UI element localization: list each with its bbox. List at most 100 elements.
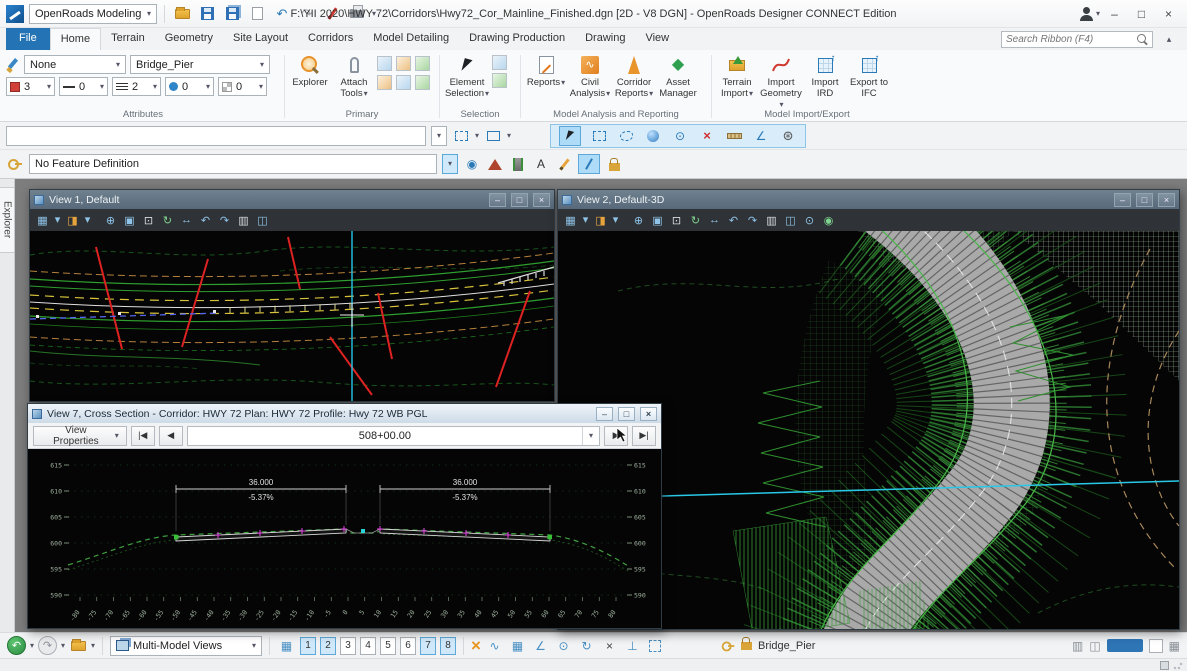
user-caret-icon[interactable]: ▾ (1096, 10, 1100, 18)
view-toggle-4[interactable]: 4 (360, 637, 376, 655)
markup-button[interactable] (322, 4, 342, 24)
feature-definition-dropdown-button[interactable]: ▾ (442, 154, 458, 174)
window-restore-button[interactable]: □ (1129, 4, 1154, 24)
properties-icon[interactable] (377, 56, 392, 71)
zoom-in-icon[interactable]: ⊕ (631, 212, 646, 228)
corridor-feature-icon[interactable] (509, 155, 527, 173)
undo-button[interactable]: ↶ (272, 4, 292, 24)
rotate-view-icon[interactable]: ↻ (160, 212, 175, 228)
user-account-icon[interactable] (1078, 6, 1094, 22)
fence-mode-icon[interactable] (484, 127, 502, 145)
corridor-reports-button[interactable]: Corridor Reports▾ (613, 52, 655, 100)
snap-mode-icon[interactable] (646, 636, 665, 655)
tab-corridors[interactable]: Corridors (298, 28, 363, 50)
view1-minimize-button[interactable]: – (489, 193, 506, 207)
element-selection-button[interactable]: Element Selection▾ (444, 52, 490, 100)
create-3d-toggle-button[interactable] (578, 154, 600, 174)
ribbon-search-input[interactable] (1006, 34, 1133, 45)
save-settings-button[interactable] (222, 4, 242, 24)
view2-minimize-button[interactable]: – (1114, 193, 1131, 207)
view-next-icon[interactable]: ↷ (217, 212, 232, 228)
accudraw-icon[interactable]: ∿ (485, 636, 504, 655)
select-lasso-icon[interactable] (617, 127, 635, 145)
feature-definition-combo[interactable]: No Feature Definition (29, 154, 437, 174)
window-close-button[interactable]: × (1156, 4, 1181, 24)
status-indicator-box[interactable] (1160, 661, 1169, 670)
view7-window[interactable]: View 7, Cross Section - Corridor: HWY 72… (27, 403, 662, 629)
select-rectangle-icon[interactable] (590, 127, 608, 145)
view-toggle-1[interactable]: 1 (300, 637, 316, 655)
tab-home[interactable]: Home (50, 28, 101, 50)
raster-manager-icon[interactable] (396, 75, 411, 90)
select-circle-icon[interactable]: ⊙ (671, 127, 689, 145)
display-style-icon[interactable]: ◨ (65, 212, 80, 228)
tentative-snap-icon[interactable]: ⊙ (554, 636, 573, 655)
zoom-window-icon[interactable]: ▣ (122, 212, 137, 228)
references-icon[interactable] (377, 75, 392, 90)
tab-drawing[interactable]: Drawing (575, 28, 635, 50)
qat-more-caret-icon[interactable]: ▾ (372, 10, 376, 18)
view-next-icon[interactable]: ↷ (745, 212, 760, 228)
view-toggle-7[interactable]: 7 (420, 637, 436, 655)
clear-fence-icon[interactable]: × (471, 637, 481, 654)
select-sphere-icon[interactable] (644, 127, 662, 145)
station-dropdown-button[interactable]: ▾ (582, 427, 599, 445)
view-toggle-6[interactable]: 6 (400, 637, 416, 655)
caret-down-icon[interactable]: ▾ (54, 212, 61, 228)
clear-selection-icon[interactable]: × (698, 127, 716, 145)
view1-titlebar[interactable]: View 1, Default – □ × (30, 190, 554, 209)
view-layout-icon[interactable]: ▦ (277, 636, 296, 655)
measure-angle-icon[interactable]: ∠ (752, 127, 770, 145)
auxiliary-coordinates-icon[interactable] (415, 75, 430, 90)
view-attributes-icon[interactable]: ▦ (35, 212, 50, 228)
view2-close-button[interactable]: × (1158, 193, 1175, 207)
terrain-import-button[interactable]: Terrain Import▾ (716, 52, 758, 100)
reports-button[interactable]: Reports▾ (525, 52, 567, 89)
element-selection-active-button[interactable] (559, 126, 581, 146)
view2-restore-button[interactable]: □ (1136, 193, 1153, 207)
open-views-folder-icon[interactable] (69, 637, 87, 655)
clip-volume-icon[interactable]: ◫ (783, 212, 798, 228)
element-class-combo[interactable]: 0 ▾ (165, 77, 214, 96)
open-file-button[interactable] (172, 4, 192, 24)
view-properties-button[interactable]: View Properties ▾ (33, 426, 127, 446)
compress-button[interactable] (247, 4, 267, 24)
view7-restore-button[interactable]: □ (618, 407, 635, 421)
view1-close-button[interactable]: × (533, 193, 550, 207)
explorer-panel-tab[interactable]: Explorer (0, 187, 15, 253)
window-minimize-button[interactable]: – (1102, 4, 1127, 24)
fit-view-icon[interactable]: ⊡ (669, 212, 684, 228)
perspective-icon[interactable]: ◉ (821, 212, 836, 228)
view7-close-button[interactable]: × (640, 407, 657, 421)
view1-window[interactable]: View 1, Default – □ × ▦▾ ◨▾ ⊕ ▣ ⊡ ↻ ↔ ↶ … (29, 189, 555, 402)
snap-angle-icon[interactable]: ∠ (531, 636, 550, 655)
match-feature-icon[interactable]: ◉ (463, 155, 481, 173)
back-button[interactable]: ↶ (7, 636, 26, 655)
caret-down-icon[interactable]: ▾ (582, 212, 589, 228)
first-station-button[interactable]: |◀ (131, 426, 155, 446)
level-manager-icon[interactable] (415, 56, 430, 71)
view-previous-icon[interactable]: ↶ (726, 212, 741, 228)
explorer-button[interactable]: Explorer (289, 52, 331, 89)
transparency-combo[interactable]: 0 ▾ (218, 77, 267, 96)
fence-tools-icon[interactable] (452, 127, 470, 145)
collapse-ribbon-button[interactable]: ▴ (1159, 31, 1179, 48)
snap-off-icon[interactable]: × (600, 636, 619, 655)
key-in-input[interactable] (12, 130, 420, 142)
import-ird-button[interactable]: ↑ Import IRD (804, 52, 846, 100)
settings-gear-icon[interactable]: ⊛ (779, 127, 797, 145)
clip-mask-icon[interactable]: ⊙ (802, 212, 817, 228)
rotate-view-icon[interactable]: ↻ (688, 212, 703, 228)
perpendicular-snap-icon[interactable]: ⊥ (623, 636, 642, 655)
rotate-snap-icon[interactable]: ↻ (577, 636, 596, 655)
view1-plan-canvas[interactable] (30, 231, 554, 401)
models-icon[interactable] (396, 56, 411, 71)
ribbon-search-box[interactable] (1001, 31, 1153, 48)
caret-down-icon[interactable]: ▾ (30, 642, 34, 650)
selection-set-icon[interactable]: ▥ (1072, 639, 1083, 653)
tab-site-layout[interactable]: Site Layout (223, 28, 298, 50)
tab-model-detailing[interactable]: Model Detailing (363, 28, 459, 50)
caret-down-icon[interactable]: ▾ (84, 212, 91, 228)
station-combo[interactable]: 508+00.00 ▾ (187, 426, 600, 446)
tab-view[interactable]: View (635, 28, 679, 50)
